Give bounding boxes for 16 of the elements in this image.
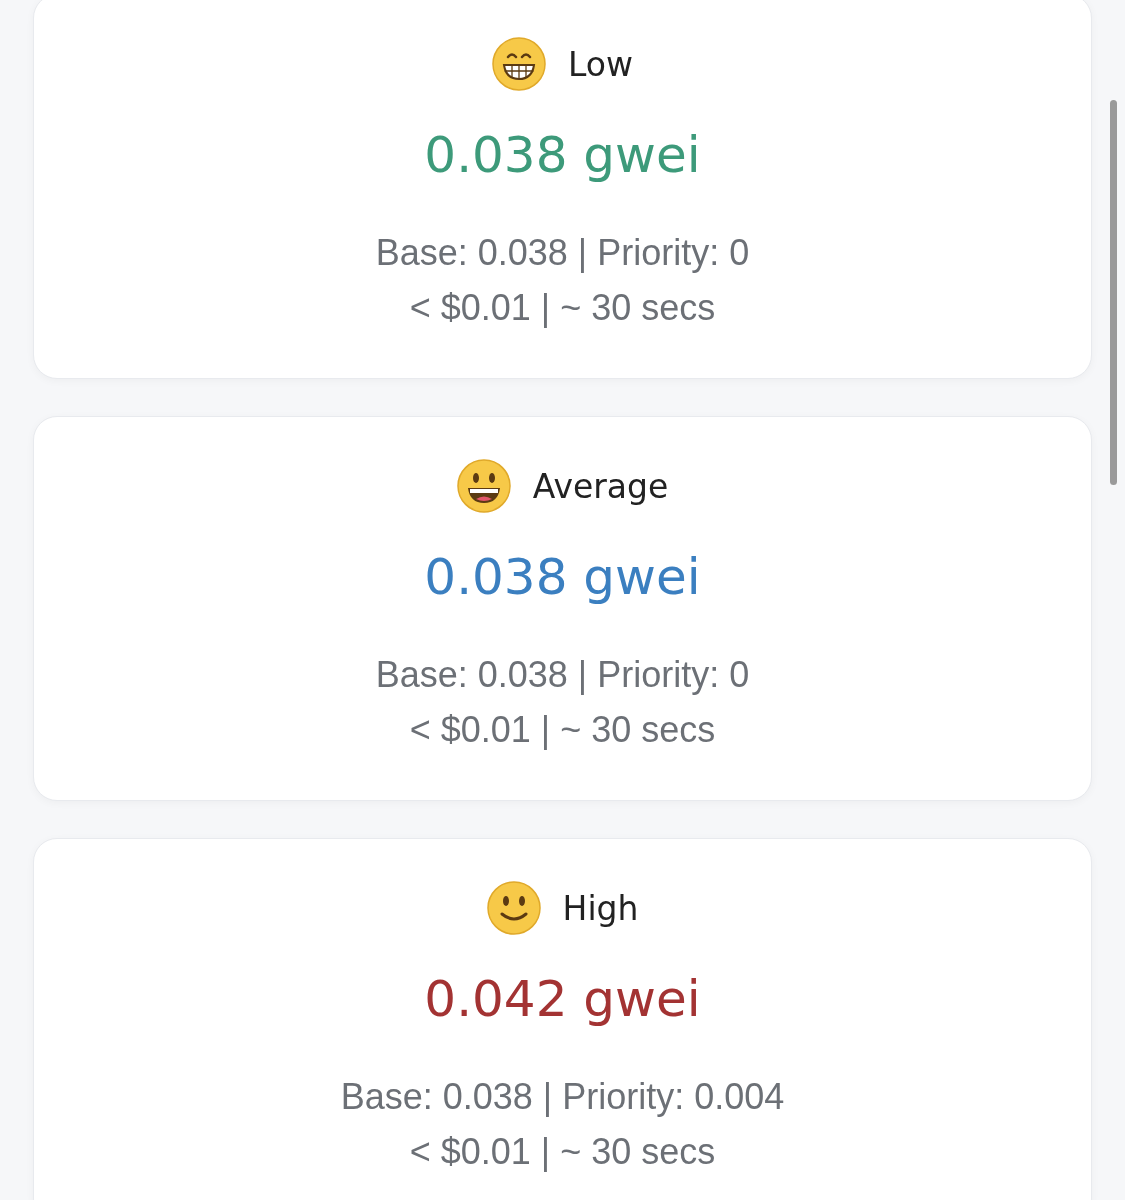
smiling-face-icon <box>486 881 541 935</box>
fee-breakdown: Base: 0.038 | Priority: 0 <box>375 231 750 275</box>
grinning-face-icon <box>456 459 511 513</box>
cost-estimate: < $0.01 | ~ 30 secs <box>409 708 716 752</box>
fee-breakdown: Base: 0.038 | Priority: 0.004 <box>340 1075 785 1119</box>
fee-level-title: High <box>562 888 639 928</box>
cost-estimate: < $0.01 | ~ 30 secs <box>409 1130 716 1174</box>
gas-price: 0.038 gwei <box>424 547 701 607</box>
grinning-face-icon <box>492 37 546 91</box>
gas-price: 0.038 gwei <box>424 125 701 185</box>
cost-estimate: < $0.01 | ~ 30 secs <box>409 286 716 330</box>
fee-breakdown: Base: 0.038 | Priority: 0 <box>375 653 750 697</box>
fee-level-title: Average <box>532 466 669 506</box>
gas-price: 0.042 gwei <box>424 969 701 1029</box>
fee-level-title: Low <box>568 44 633 84</box>
scrollbar[interactable] <box>1110 100 1117 485</box>
